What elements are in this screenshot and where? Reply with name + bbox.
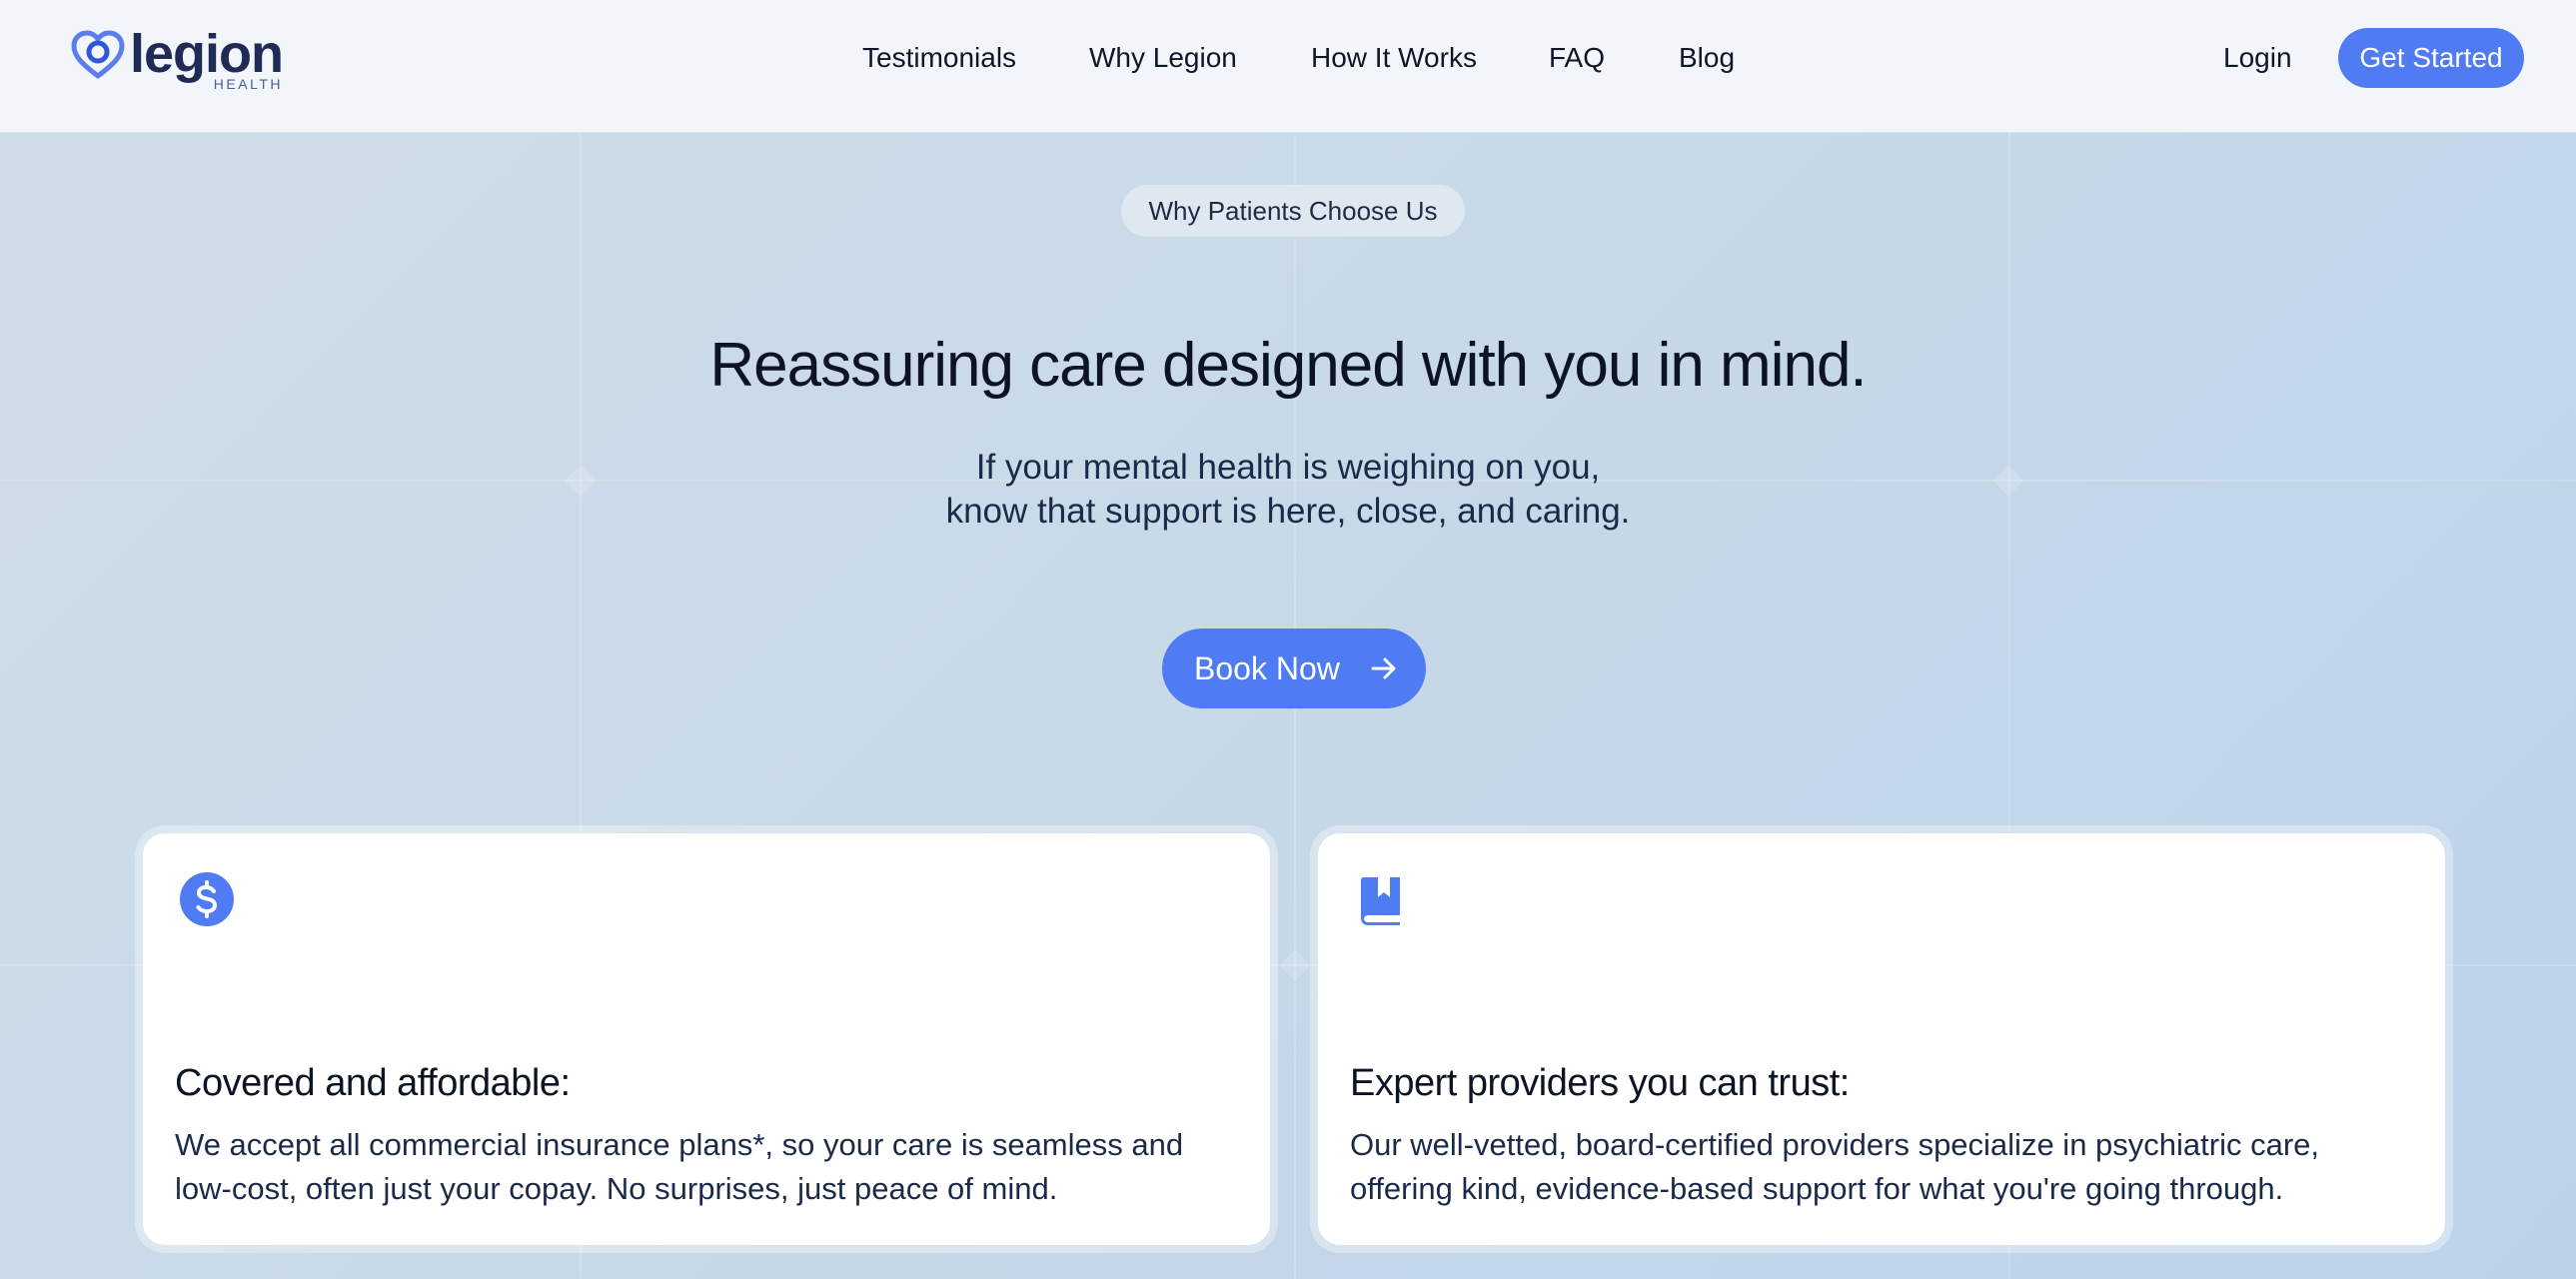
nav-links: Testimonials Why Legion How It Works FAQ… (0, 0, 2576, 116)
arrow-right-icon (1371, 657, 1396, 679)
hero-subtitle: If your mental health is weighing on you… (0, 446, 2576, 534)
nav-link-faq[interactable]: FAQ (1549, 40, 1605, 76)
get-started-button[interactable]: Get Started (2338, 28, 2524, 88)
top-navigation: legion HEALTH Testimonials Why Legion Ho… (0, 0, 2576, 133)
hero-subtitle-line: know that support is here, close, and ca… (945, 492, 1631, 531)
dollar-circle-icon (180, 872, 234, 926)
book-now-label: Book Now (1194, 650, 1340, 686)
feature-card-title: Covered and affordable: (175, 1062, 571, 1104)
feature-card-providers: Expert providers you can trust: Our well… (1318, 833, 2445, 1245)
section-eyebrow-badge: Why Patients Choose Us (1121, 185, 1465, 237)
feature-card-body: Our well-vetted, board-certified provide… (1350, 1127, 2320, 1206)
book-bookmark-icon (1361, 877, 1400, 925)
feature-card-affordable: Covered and affordable: We accept all co… (143, 833, 1270, 1245)
nav-link-how-it-works[interactable]: How It Works (1311, 40, 1477, 76)
nav-link-blog[interactable]: Blog (1679, 40, 1735, 76)
background-sparkle (1279, 949, 1311, 981)
hero-title: Reassuring care designed with you in min… (709, 331, 1867, 400)
login-link[interactable]: Login (2223, 40, 2292, 76)
nav-link-why-legion[interactable]: Why Legion (1089, 40, 1237, 76)
hero-subtitle-line: If your mental health is weighing on you… (975, 448, 1601, 487)
feature-card-title: Expert providers you can trust: (1350, 1062, 1850, 1104)
feature-card-body: We accept all commercial insurance plans… (175, 1127, 1184, 1206)
book-now-button[interactable]: Book Now (1162, 629, 1426, 708)
nav-link-testimonials[interactable]: Testimonials (862, 40, 1016, 76)
